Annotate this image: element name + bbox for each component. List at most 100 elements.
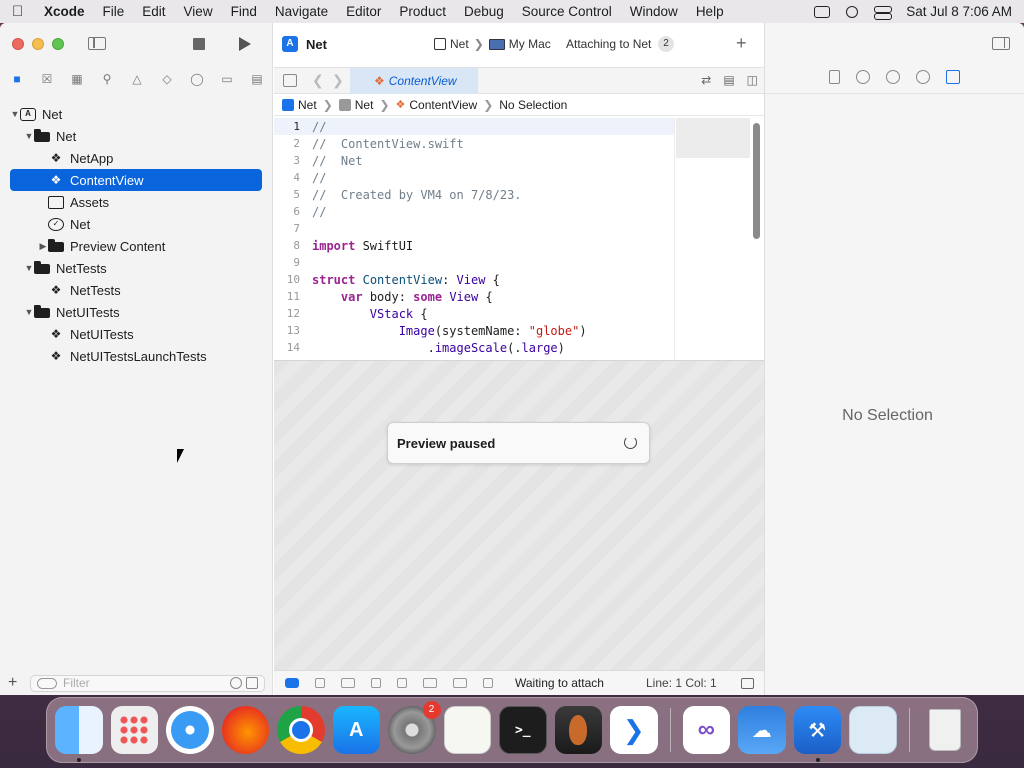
menu-view[interactable]: View <box>184 4 213 19</box>
menu-product[interactable]: Product <box>399 4 446 19</box>
zoom-window-button[interactable] <box>52 38 64 50</box>
chrome-icon[interactable] <box>277 706 325 754</box>
pause-icon[interactable] <box>315 678 325 688</box>
tree-item-contentview[interactable]: ❖ ContentView <box>10 169 262 191</box>
tree-item-netuitests[interactable]: ❖ NetUITests <box>10 323 262 345</box>
view-hierarchy-icon[interactable] <box>423 678 437 688</box>
menu-window[interactable]: Window <box>630 4 678 19</box>
toggle-navigator-icon[interactable] <box>88 37 106 50</box>
refresh-icon[interactable] <box>624 436 637 449</box>
tree-item-netuitestslaunchtests[interactable]: ❖ NetUITestsLaunchTests <box>10 345 262 367</box>
tab-contentview[interactable]: ❖ ContentView <box>350 68 478 94</box>
tree-item-entitlements[interactable]: ✓ Net <box>10 213 262 235</box>
minimap[interactable] <box>674 118 750 360</box>
split-editor-icon[interactable]: ◫ <box>747 73 758 87</box>
quick-help-icon[interactable] <box>886 70 900 84</box>
related-items-icon[interactable] <box>283 74 297 87</box>
debug-navigator-icon[interactable]: ◯ <box>189 72 205 86</box>
menu-edit[interactable]: Edit <box>142 4 165 19</box>
system-settings-icon[interactable]: 2 <box>388 701 441 754</box>
navigator-filter-field[interactable]: Filter <box>30 674 265 692</box>
code-line[interactable]: 4// <box>274 169 674 186</box>
menu-help[interactable]: Help <box>696 4 724 19</box>
textedit-icon[interactable] <box>443 706 492 754</box>
jump-group[interactable]: Net <box>355 98 374 112</box>
swap-arrows-icon[interactable]: ⇄ <box>701 73 711 87</box>
history-inspector-icon[interactable] <box>856 70 870 84</box>
project-navigator-folder-icon[interactable]: ■ <box>9 72 25 86</box>
step-out-icon[interactable] <box>397 678 407 688</box>
jump-file[interactable]: ContentView <box>409 98 477 112</box>
minimap-viewport[interactable] <box>676 118 750 158</box>
find-navigator-icon[interactable]: ⚲ <box>99 72 115 86</box>
vscode-icon[interactable]: ❯ <box>610 706 658 754</box>
menu-find[interactable]: Find <box>231 4 257 19</box>
code-line[interactable]: 8 import SwiftUI <box>274 237 674 254</box>
stop-button[interactable] <box>193 38 205 50</box>
code-line[interactable]: 7 <box>274 220 674 237</box>
visual-studio-icon[interactable]: ∞ <box>682 706 731 754</box>
disclosure-open-icon[interactable]: ▼ <box>24 307 34 317</box>
code-line[interactable]: 3// Net <box>274 152 674 169</box>
finder-icon[interactable] <box>55 706 103 762</box>
jump-project[interactable]: Net <box>298 98 317 112</box>
step-into-icon[interactable] <box>371 678 381 688</box>
editor-options-icon[interactable]: ▤ <box>723 73 734 87</box>
source-control-navigator-icon[interactable]: ☒ <box>39 72 55 86</box>
attributes-inspector-icon[interactable] <box>946 70 960 84</box>
report-navigator-icon[interactable]: ▤ <box>249 72 265 86</box>
menu-debug[interactable]: Debug <box>464 4 504 19</box>
xcode-icon[interactable]: ⚒ <box>793 706 842 762</box>
issue-navigator-icon[interactable]: △ <box>129 72 145 86</box>
code-line[interactable]: 13 Image(systemName: "globe") <box>274 322 674 339</box>
tree-item-project-net[interactable]: ▼ A Net <box>10 103 262 125</box>
tree-item-netapp[interactable]: ❖ NetApp <box>10 147 262 169</box>
toggle-debug-area-icon[interactable] <box>285 678 299 688</box>
tree-item-preview-content[interactable]: ▶ Preview Content <box>10 235 262 257</box>
terminal-icon[interactable]: >_ <box>499 706 547 754</box>
add-file-button[interactable]: + <box>8 674 22 692</box>
code-line[interactable]: 6// <box>274 203 674 220</box>
location-icon[interactable] <box>483 678 493 688</box>
apple-menu-icon[interactable]:  <box>12 3 32 20</box>
minimize-window-button[interactable] <box>32 38 44 50</box>
disclosure-open-icon[interactable]: ▼ <box>24 131 34 141</box>
editor-scrollbar[interactable] <box>753 123 760 239</box>
file-inspector-icon[interactable] <box>829 70 840 84</box>
menu-source-control[interactable]: Source Control <box>522 4 612 19</box>
control-center-icon[interactable] <box>874 5 893 20</box>
trash-icon[interactable] <box>922 706 970 754</box>
weather-icon[interactable]: ☁ <box>738 706 786 754</box>
app-store-icon[interactable]: A <box>332 706 380 754</box>
menu-file[interactable]: File <box>103 4 125 19</box>
menu-app[interactable]: Xcode <box>44 4 85 19</box>
tree-item-assets[interactable]: Assets <box>10 191 262 213</box>
filter-options-icon[interactable] <box>37 677 57 689</box>
tree-item-group-netuitests[interactable]: ▼ NetUITests <box>10 301 262 323</box>
activity-status[interactable]: Attaching to Net <box>566 37 651 51</box>
safari-icon[interactable] <box>166 706 214 754</box>
memory-graph-icon[interactable] <box>453 678 467 688</box>
launchpad-icon[interactable] <box>110 706 158 754</box>
code-line[interactable]: 11 var body: some View { <box>274 288 674 305</box>
menu-editor[interactable]: Editor <box>346 4 381 19</box>
accessibility-inspector-icon[interactable] <box>916 70 930 84</box>
preview-app-icon[interactable] <box>849 706 897 754</box>
menu-navigate[interactable]: Navigate <box>275 4 328 19</box>
code-line[interactable]: 14 .imageScale(.large) <box>274 339 674 356</box>
test-navigator-icon[interactable]: ◇ <box>159 72 175 86</box>
code-line[interactable]: 12 VStack { <box>274 305 674 322</box>
spotlight-search-icon[interactable] <box>846 5 859 18</box>
go-forward-icon[interactable]: ❯ <box>332 72 344 89</box>
modified-files-icon[interactable] <box>246 677 258 689</box>
symbol-navigator-icon[interactable]: ▦ <box>69 72 85 86</box>
code-line[interactable]: 1// <box>274 118 674 135</box>
step-over-icon[interactable] <box>341 678 355 688</box>
source-code-editor[interactable]: 1// 2// ContentView.swift 3// Net 4// 5/… <box>274 118 674 360</box>
firefox-icon[interactable] <box>221 706 269 754</box>
tree-item-group-nettests[interactable]: ▼ NetTests <box>10 257 262 279</box>
disclosure-open-icon[interactable]: ▼ <box>10 109 20 119</box>
library-add-button[interactable]: + <box>736 33 747 54</box>
breakpoint-navigator-icon[interactable]: ▭ <box>219 72 235 86</box>
disclosure-open-icon[interactable]: ▼ <box>24 263 34 273</box>
